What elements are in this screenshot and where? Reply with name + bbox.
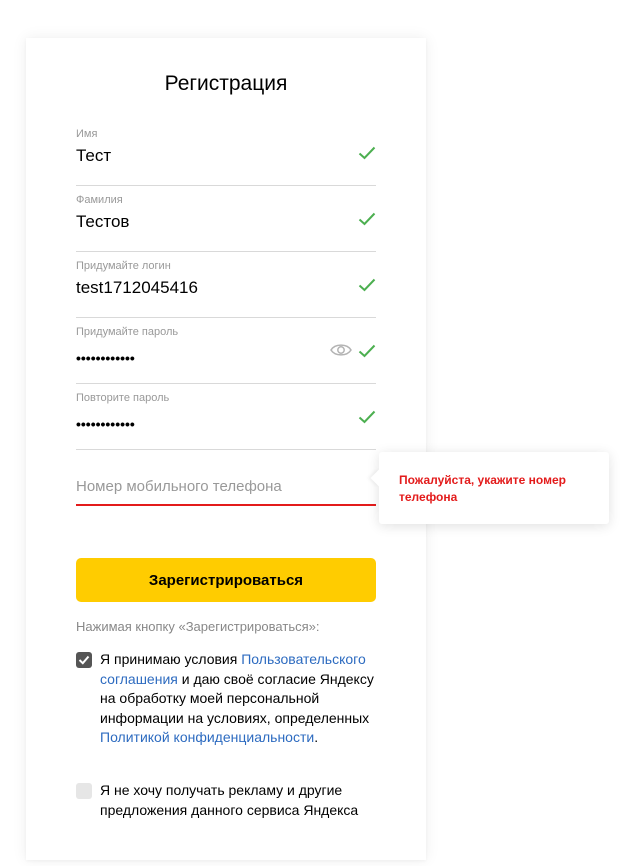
phone-input[interactable]: Номер мобильного телефона: [76, 478, 282, 495]
first-name-field[interactable]: Имя Тест: [76, 128, 376, 186]
agreement-text: Я принимаю условия Пользовательского сог…: [100, 650, 376, 748]
check-icon: [358, 410, 376, 424]
phone-error-tooltip: Пожалуйста, укажите номер телефона: [370, 452, 609, 524]
agreement-text-end: .: [314, 729, 319, 745]
page-title: Регистрация: [164, 72, 288, 95]
tooltip-message: Пожалуйста, укажите номер телефона: [399, 473, 566, 504]
registration-card: Регистрация Имя Тест Фамилия Тестов Прид…: [26, 38, 426, 860]
confirm-password-label: Повторите пароль: [76, 392, 170, 404]
register-hint: Нажимая кнопку «Зарегистрироваться»:: [76, 619, 320, 634]
check-icon: [358, 146, 376, 160]
no-ads-checkbox[interactable]: [76, 783, 92, 799]
check-icon: [358, 278, 376, 292]
password-input[interactable]: ••••••••••••: [76, 350, 135, 366]
password-label: Придумайте пароль: [76, 326, 179, 338]
field-underline: [76, 251, 376, 252]
login-input[interactable]: test1712045416: [76, 278, 198, 298]
phone-error-underline: [76, 504, 376, 506]
agreement-text-start: Я принимаю условия: [100, 651, 242, 667]
field-underline: [76, 383, 376, 384]
field-underline: [76, 185, 376, 186]
check-icon: [358, 212, 376, 226]
last-name-input[interactable]: Тестов: [76, 212, 129, 232]
confirm-password-input[interactable]: ••••••••••••: [76, 416, 135, 432]
no-ads-text: Я не хочу получать рекламу и другие пред…: [100, 782, 359, 818]
first-name-input[interactable]: Тест: [76, 146, 111, 166]
first-name-label: Имя: [76, 128, 98, 140]
checkmark-icon: [78, 655, 90, 665]
agreement-checkbox[interactable]: [76, 652, 92, 668]
field-underline: [76, 317, 376, 318]
last-name-field[interactable]: Фамилия Тестов: [76, 194, 376, 252]
register-button[interactable]: Зарегистрироваться: [76, 558, 376, 602]
field-underline: [76, 449, 376, 450]
last-name-label: Фамилия: [76, 194, 123, 206]
check-icon: [358, 344, 376, 358]
phone-field[interactable]: Номер мобильного телефона: [76, 474, 376, 506]
eye-icon[interactable]: [330, 342, 352, 358]
login-field[interactable]: Придумайте логин test1712045416: [76, 260, 376, 318]
password-field[interactable]: Придумайте пароль ••••••••••••: [76, 326, 376, 384]
login-label: Придумайте логин: [76, 260, 171, 272]
confirm-password-field[interactable]: Повторите пароль ••••••••••••: [76, 392, 376, 450]
privacy-policy-link[interactable]: Политикой конфиденциальности: [100, 729, 314, 745]
